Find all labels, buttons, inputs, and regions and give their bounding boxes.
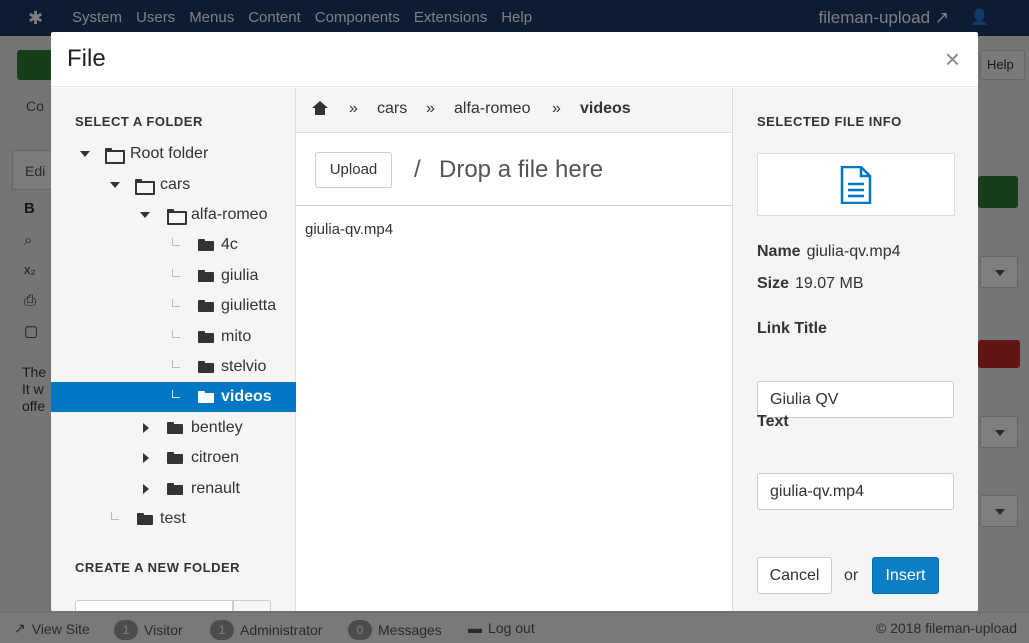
tree-connector: [172, 269, 180, 277]
folder-icon: [137, 513, 153, 525]
tree-item-4c[interactable]: 4c: [51, 230, 296, 260]
breadcrumb-item-cars[interactable]: cars: [377, 100, 407, 118]
file-size-info: Size 19.07 MB: [757, 275, 864, 292]
tree-item-giulia[interactable]: giulia: [51, 261, 296, 291]
tree-connector: [111, 512, 119, 520]
cancel-button[interactable]: Cancel: [757, 557, 832, 594]
tree-item-label: mito: [221, 328, 252, 345]
folder-icon: [198, 361, 214, 373]
close-icon[interactable]: ×: [945, 46, 960, 72]
files-pane: » cars » alfa-romeo » videos Upload / Dr…: [296, 88, 732, 611]
tree-item-mito[interactable]: mito: [51, 322, 296, 352]
drop-hint: Drop a file here: [439, 156, 604, 183]
tree-item-label: citroen: [191, 449, 240, 466]
file-preview: [757, 153, 955, 216]
folder-icon: [167, 422, 183, 434]
tree-item-root-folder[interactable]: Root folder: [51, 139, 296, 169]
caret-down-icon[interactable]: [140, 210, 150, 220]
drop-separator: /: [414, 156, 421, 183]
caret-right-icon[interactable]: [141, 423, 151, 433]
folder-icon: [167, 483, 183, 495]
tree-item-label: 4c: [221, 236, 238, 253]
tree-item-label: giulietta: [221, 297, 277, 314]
tree-item-label: renault: [191, 480, 240, 497]
tree-connector: [172, 330, 180, 338]
tree-item-label: alfa-romeo: [191, 206, 268, 223]
tree-connector: [172, 299, 180, 307]
document-icon: [840, 166, 872, 204]
caret-down-icon[interactable]: [110, 180, 120, 190]
create-folder-heading: CREATE A NEW FOLDER: [75, 560, 241, 575]
breadcrumb-separator: »: [426, 100, 435, 117]
tree-item-label: cars: [160, 176, 191, 193]
upload-button[interactable]: Upload: [315, 152, 392, 188]
breadcrumb: » cars » alfa-romeo » videos: [296, 88, 732, 133]
new-folder-input[interactable]: [75, 600, 233, 611]
tree-item-renault[interactable]: renault: [51, 474, 296, 504]
folder-icon: [198, 270, 214, 282]
folder-open-icon: [167, 209, 183, 221]
text-input[interactable]: [757, 473, 954, 510]
tree-item-label: stelvio: [221, 358, 267, 375]
tree-item-label: bentley: [191, 419, 243, 436]
modal-header: File ×: [51, 32, 978, 87]
file-name-info: Name giulia-qv.mp4: [757, 243, 901, 260]
tree-item-stelvio[interactable]: stelvio: [51, 352, 296, 382]
folder-icon: [198, 391, 214, 403]
tree-item-label: test: [160, 510, 186, 527]
link-title-label: Link Title: [757, 320, 827, 337]
file-item[interactable]: giulia-qv.mp4: [305, 221, 393, 238]
file-info-heading: SELECTED FILE INFO: [757, 114, 902, 129]
folder-open-icon: [105, 148, 121, 160]
caret-down-icon[interactable]: [80, 149, 90, 159]
caret-right-icon[interactable]: [141, 484, 151, 494]
tree-connector: [172, 360, 180, 368]
breadcrumb-separator: »: [349, 100, 358, 117]
tree-connector: [172, 238, 180, 246]
breadcrumb-separator: »: [552, 100, 561, 117]
tree-item-cars[interactable]: cars: [51, 170, 296, 200]
folder-icon: [198, 239, 214, 251]
file-info-pane: SELECTED FILE INFO Name giulia-qv.mp4 Siz…: [732, 88, 978, 611]
file-modal: File × SELECT A FOLDER Root folder cars …: [51, 32, 978, 611]
tree-item-label: videos: [221, 388, 272, 405]
tree-item-alfa-romeo[interactable]: alfa-romeo: [51, 200, 296, 230]
select-folder-heading: SELECT A FOLDER: [75, 114, 203, 129]
folder-icon: [167, 452, 183, 464]
tree-item-giulietta[interactable]: giulietta: [51, 291, 296, 321]
or-text: or: [844, 567, 859, 584]
folder-icon: [198, 331, 214, 343]
insert-button[interactable]: Insert: [872, 557, 939, 594]
tree-item-citroen[interactable]: citroen: [51, 443, 296, 473]
home-icon[interactable]: [312, 101, 328, 116]
drop-zone[interactable]: Upload / Drop a file here: [296, 134, 732, 206]
tree-item-videos[interactable]: videos: [51, 382, 296, 412]
folder-open-icon: [135, 179, 151, 191]
breadcrumb-item-alfa-romeo[interactable]: alfa-romeo: [454, 100, 530, 118]
breadcrumb-item-videos: videos: [580, 100, 631, 117]
tree-item-bentley[interactable]: bentley: [51, 413, 296, 443]
tree-item-label: giulia: [221, 267, 259, 284]
text-label: Text: [757, 413, 789, 430]
create-folder-button[interactable]: [233, 600, 271, 611]
caret-right-icon[interactable]: [141, 453, 151, 463]
folder-icon: [198, 300, 214, 312]
modal-title: File: [67, 45, 106, 72]
tree-connector: [172, 390, 180, 398]
tree-item-test[interactable]: test: [51, 504, 296, 534]
tree-item-label: Root folder: [130, 145, 209, 162]
folder-pane: SELECT A FOLDER Root folder cars alfa-ro…: [51, 88, 296, 611]
